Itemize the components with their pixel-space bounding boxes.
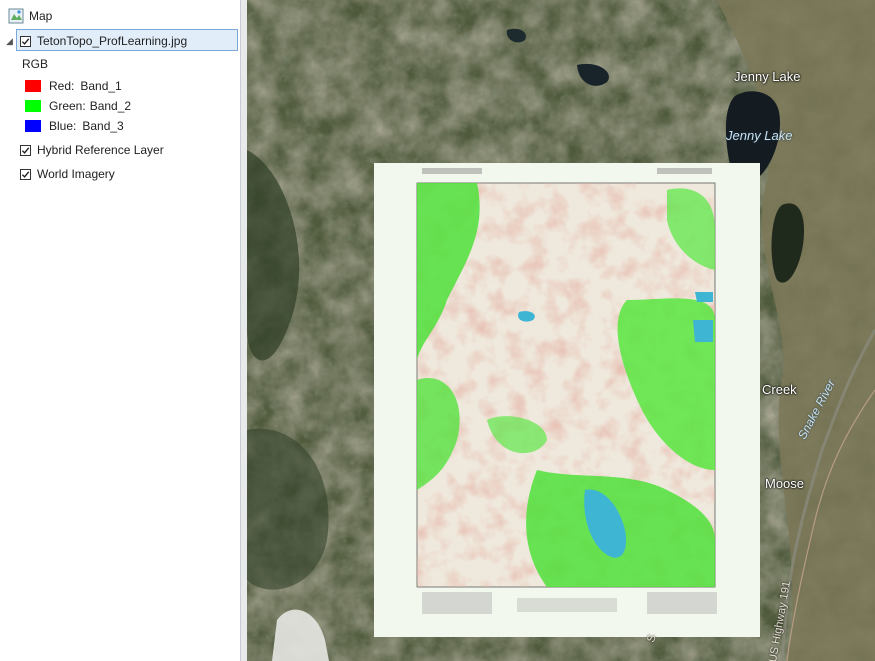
contents-pane: Map ◢ TetonTopo_ProfLearning.jpg RGB Red…: [0, 0, 240, 661]
checkmark-icon: [21, 37, 30, 45]
layer-visibility-checkbox[interactable]: [20, 168, 31, 180]
band-name: Band_3: [82, 119, 124, 133]
map-icon: [8, 8, 24, 24]
checkmark-icon: [21, 170, 30, 178]
world-imagery-basemap: [247, 0, 875, 661]
label-jenny-lake-water: Jenny Lake: [726, 128, 793, 143]
blue-swatch: [25, 120, 41, 132]
layer-name: TetonTopo_ProfLearning.jpg: [37, 34, 188, 48]
layer-item-tetontopo[interactable]: ◢ TetonTopo_ProfLearning.jpg: [6, 34, 187, 48]
label-moose: Moose: [765, 476, 805, 491]
band-name: Band_1: [80, 79, 122, 93]
band-channel: Red:: [49, 79, 75, 93]
layer-item-world-imagery[interactable]: World Imagery: [20, 167, 115, 181]
band-red-row: Red: Band_1: [25, 79, 122, 93]
checkmark-icon: [21, 146, 30, 154]
map-label: Map: [29, 9, 53, 23]
band-blue-row: Blue: Band_3: [25, 119, 124, 133]
band-channel: Blue:: [49, 119, 77, 133]
layer-name: World Imagery: [37, 167, 115, 181]
layer-visibility-checkbox[interactable]: [20, 35, 31, 47]
symbology-type-label: RGB: [22, 57, 49, 71]
expand-collapse-icon[interactable]: ◢: [6, 36, 16, 46]
pane-splitter[interactable]: [240, 0, 247, 661]
layer-visibility-checkbox[interactable]: [20, 144, 31, 156]
topo-map-raster: [374, 163, 760, 637]
layer-item-hybrid-reference[interactable]: Hybrid Reference Layer: [20, 143, 164, 157]
band-green-row: Green: Band_2: [25, 99, 131, 113]
label-jenny-lake-place: Jenny Lake: [734, 69, 801, 84]
red-swatch: [25, 80, 41, 92]
band-channel: Green:: [49, 99, 86, 113]
map-view[interactable]: Jenny Lake Jenny Lake Creek Moose Snake …: [247, 0, 875, 661]
map-tree-item[interactable]: Map: [8, 8, 52, 24]
green-swatch: [25, 100, 41, 112]
layer-name: Hybrid Reference Layer: [37, 143, 164, 157]
band-name: Band_2: [89, 99, 132, 113]
label-creek: Creek: [762, 382, 797, 397]
